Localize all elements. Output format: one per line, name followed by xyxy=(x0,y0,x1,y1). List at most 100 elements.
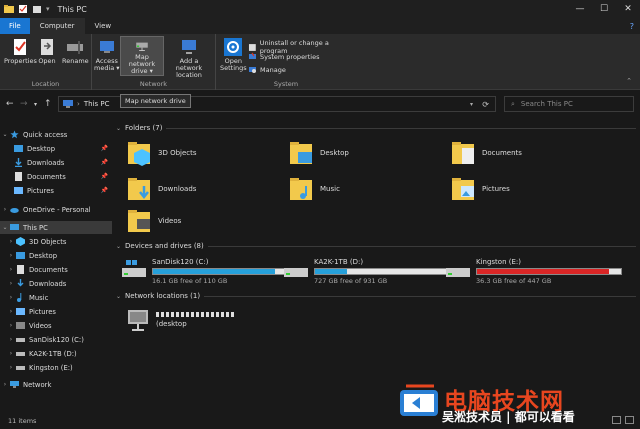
computer-icon xyxy=(10,224,19,230)
customize-toolbar-icon[interactable]: ▾ xyxy=(46,5,50,13)
nav-downloads[interactable]: › Downloads xyxy=(0,277,112,290)
folder-pictures[interactable]: Pictures xyxy=(452,176,510,202)
manage-button[interactable]: Manage xyxy=(248,65,286,74)
chevron-right-icon[interactable]: › xyxy=(6,252,16,259)
new-folder-icon[interactable] xyxy=(32,4,42,14)
folder-desktop[interactable]: Desktop xyxy=(290,140,349,166)
tooltip: Map network drive xyxy=(120,94,191,108)
rename-button[interactable]: Rename xyxy=(62,38,89,65)
folder-3d-objects[interactable]: 3D Objects xyxy=(128,140,197,166)
chevron-right-icon[interactable]: › xyxy=(6,294,16,301)
forward-arrow-icon[interactable]: → xyxy=(20,99,28,109)
chevron-right-icon[interactable]: › xyxy=(6,266,16,273)
chevron-right-icon[interactable]: › xyxy=(0,206,10,213)
chevron-down-icon[interactable]: ⌄ xyxy=(0,131,10,138)
properties-icon[interactable] xyxy=(18,4,28,14)
collapse-ribbon-icon[interactable]: ⌃ xyxy=(626,77,632,85)
nav-onedrive[interactable]: › OneDrive - Personal xyxy=(0,203,112,216)
folder-app-icon xyxy=(4,5,14,13)
ribbon-group-location: Properties Open Rename Location xyxy=(0,34,92,90)
nav-music[interactable]: › Music xyxy=(0,291,112,304)
ribbon: Properties Open Rename Location Access m… xyxy=(0,34,640,90)
search-box[interactable]: ⌕ xyxy=(504,96,634,112)
folder-downloads-icon xyxy=(128,178,150,200)
system-properties-button[interactable]: System properties xyxy=(248,52,319,61)
breadcrumb-separator-icon: › xyxy=(77,100,80,108)
section-network-locations[interactable]: ⌄ Network locations (1) xyxy=(116,292,636,300)
document-icon xyxy=(17,265,24,274)
chevron-right-icon[interactable]: › xyxy=(6,322,16,329)
chevron-right-icon[interactable]: › xyxy=(6,350,16,357)
folder-documents[interactable]: Documents xyxy=(452,140,522,166)
back-arrow-icon[interactable]: ← xyxy=(6,99,14,109)
nav-drive-d[interactable]: › KA2K-1TB (D:) xyxy=(0,347,112,360)
chevron-right-icon[interactable]: › xyxy=(6,238,16,245)
nav-quick-pictures[interactable]: Pictures 📌 xyxy=(0,184,112,197)
recent-locations-icon[interactable]: ▾ xyxy=(34,101,37,108)
search-input[interactable] xyxy=(520,100,617,108)
nav-3d-objects[interactable]: › 3D Objects xyxy=(0,235,112,248)
drive-usage-fill xyxy=(477,269,610,274)
open-button[interactable]: Open xyxy=(38,38,56,65)
ribbon-group-network: Access media ▾ Map network drive ▾ Add a… xyxy=(92,34,216,90)
folder-music[interactable]: Music xyxy=(290,176,340,202)
breadcrumb[interactable]: This PC xyxy=(84,100,110,108)
pin-icon[interactable]: 📌 xyxy=(101,145,108,152)
tab-computer[interactable]: Computer xyxy=(29,18,85,34)
minimize-button[interactable]: — xyxy=(568,0,592,18)
nav-documents[interactable]: › Documents xyxy=(0,263,112,276)
nav-videos[interactable]: › Videos xyxy=(0,319,112,332)
nav-quick-access[interactable]: ⌄ Quick access xyxy=(0,128,112,141)
close-button[interactable]: ✕ xyxy=(616,0,640,18)
nav-desktop[interactable]: › Desktop xyxy=(0,249,112,262)
properties-button[interactable]: Properties xyxy=(4,38,37,65)
refresh-icon[interactable]: ⟳ xyxy=(482,100,489,109)
watermark: 电脑技术网 吴淞技术员 | 都可以看看 xyxy=(398,382,638,426)
tab-view[interactable]: View xyxy=(85,18,122,34)
folder-3d-objects-icon xyxy=(128,142,150,166)
address-dropdown-icon[interactable]: ▾ xyxy=(470,101,473,108)
nav-this-pc[interactable]: ⌄ This PC xyxy=(0,221,112,234)
quick-access-toolbar: ▾ xyxy=(0,4,50,14)
nav-quick-documents[interactable]: Documents 📌 xyxy=(0,170,112,183)
folder-videos[interactable]: Videos xyxy=(128,208,181,234)
pin-icon[interactable]: 📌 xyxy=(101,187,108,194)
chevron-right-icon[interactable]: › xyxy=(6,336,16,343)
ribbon-group-system: Open Settings Uninstall or change a prog… xyxy=(216,34,356,90)
chevron-right-icon[interactable]: › xyxy=(0,381,10,388)
section-folders[interactable]: ⌄ Folders (7) xyxy=(116,124,636,132)
drive-d[interactable]: KA2K-1TB (D:) 727 GB free of 931 GB xyxy=(284,258,460,285)
nav-drive-c[interactable]: › SanDisk120 (C:) xyxy=(0,333,112,346)
open-settings-button[interactable]: Open Settings xyxy=(220,38,247,72)
up-arrow-icon[interactable]: ↑ xyxy=(44,99,52,109)
nav-quick-downloads[interactable]: Downloads 📌 xyxy=(0,156,112,169)
tab-file[interactable]: File xyxy=(0,18,30,34)
chevron-right-icon[interactable]: › xyxy=(6,308,16,315)
add-network-location-button[interactable]: Add a network location xyxy=(166,38,212,79)
chevron-right-icon[interactable]: › xyxy=(6,280,16,287)
drive-c[interactable]: SanDisk120 (C:) 16.1 GB free of 110 GB xyxy=(122,258,298,285)
chevron-right-icon[interactable]: › xyxy=(6,364,16,371)
access-media-button[interactable]: Access media ▾ xyxy=(94,38,120,72)
chevron-down-icon[interactable]: ⌄ xyxy=(0,224,10,231)
pin-icon[interactable]: 📌 xyxy=(101,159,108,166)
nav-quick-desktop[interactable]: Desktop 📌 xyxy=(0,142,112,155)
nav-network[interactable]: › Network xyxy=(0,378,112,391)
help-icon[interactable]: ? xyxy=(630,22,634,31)
section-divider xyxy=(204,295,636,297)
drive-icon xyxy=(16,366,25,370)
maximize-button[interactable]: ☐ xyxy=(592,0,616,18)
map-network-drive-button[interactable]: Map network drive ▾ xyxy=(120,36,164,76)
pin-icon[interactable]: 📌 xyxy=(101,173,108,180)
properties-icon xyxy=(14,39,27,55)
ribbon-group-label: Location xyxy=(31,80,60,88)
drive-e[interactable]: Kingston (E:) 36.3 GB free of 447 GB xyxy=(446,258,622,285)
folder-downloads[interactable]: Downloads xyxy=(128,176,196,202)
settings-gear-icon xyxy=(224,38,243,56)
network-location-item[interactable]: (desktop xyxy=(126,308,236,332)
section-devices[interactable]: ⌄ Devices and drives (8) xyxy=(116,242,636,250)
navigation-pane: ⌄ Quick access Desktop 📌 Downloads 📌 Docum… xyxy=(0,120,112,410)
network-drive-icon xyxy=(136,42,148,51)
nav-pictures[interactable]: › Pictures xyxy=(0,305,112,318)
nav-drive-e[interactable]: › Kingston (E:) xyxy=(0,361,112,374)
